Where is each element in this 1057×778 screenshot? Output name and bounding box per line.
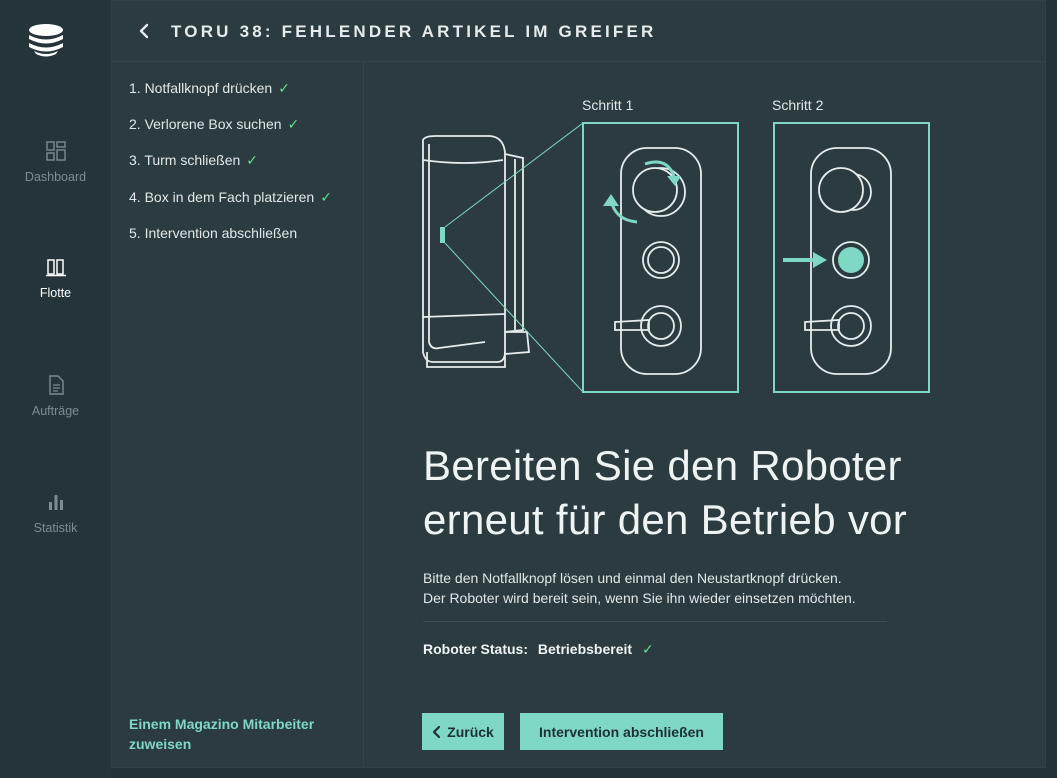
- back-button-label: Zurück: [447, 723, 494, 740]
- robot-status: Roboter Status: Betriebsbereit ✓: [423, 641, 654, 658]
- step2-label: Schritt 2: [772, 97, 824, 113]
- nav-label-statistik: Statistik: [33, 521, 78, 535]
- nav-item-auftraege[interactable]: Aufträge: [0, 374, 111, 418]
- step-item: 4. Box in dem Fach platzieren ✓: [129, 189, 332, 206]
- illustration: Schritt 1 Schritt 2: [365, 62, 1045, 422]
- bar-chart-icon: [48, 495, 63, 510]
- nav-label-dashboard: Dashboard: [24, 170, 87, 184]
- nav-rail: Dashboard Flotte Aufträge Statistik: [0, 0, 111, 778]
- instruction-text: Bitte den Notfallknopf lösen und einmal …: [423, 568, 943, 608]
- main-heading: Bereiten Sie den Roboter erneut für den …: [423, 442, 908, 543]
- document-icon: [48, 375, 64, 395]
- step-item: 1. Notfallknopf drücken ✓: [129, 80, 290, 97]
- chevron-left-icon[interactable]: [134, 19, 154, 43]
- dashboard-grid-icon: [45, 141, 66, 161]
- step-item: 2. Verlorene Box suchen ✓: [129, 116, 299, 133]
- magazino-logo-icon[interactable]: [26, 20, 66, 60]
- robot-reset-illustration: [422, 122, 930, 393]
- steps-panel: 1. Notfallknopf drücken ✓ 2. Verlorene Bo…: [112, 62, 364, 767]
- finish-intervention-button[interactable]: Intervention abschließen: [520, 713, 723, 750]
- chevron-left-icon: [433, 725, 441, 738]
- page-header: TORU 38: FEHLENDER ARTIKEL IM GREIFER: [112, 1, 1045, 62]
- divider: [423, 621, 887, 622]
- check-icon: ✓: [641, 641, 654, 657]
- content-area: Schritt 1 Schritt 2 Bereiten Sie den Rob…: [365, 62, 1045, 767]
- check-icon: ✓: [246, 152, 258, 168]
- page-title: TORU 38: FEHLENDER ARTIKEL IM GREIFER: [171, 22, 657, 41]
- instruction-line-2: Der Roboter wird bereit sein, wenn Sie i…: [423, 590, 856, 606]
- check-icon: ✓: [287, 116, 300, 132]
- nav-item-statistik[interactable]: Statistik: [0, 491, 111, 535]
- nav-label-auftraege: Aufträge: [31, 404, 80, 418]
- step-label: 4. Box in dem Fach platzieren: [129, 189, 315, 205]
- assign-employee-link[interactable]: Einem Magazino Mitarbeiter zuweisen: [129, 714, 359, 754]
- check-icon: ✓: [320, 189, 332, 205]
- back-button[interactable]: Zurück: [422, 713, 504, 750]
- fleet-icon: [45, 259, 66, 277]
- instruction-line-1: Bitte den Notfallknopf lösen und einmal …: [423, 570, 842, 586]
- robot-tower-icon: [422, 135, 530, 368]
- status-value: Betriebsbereit: [537, 641, 633, 657]
- step-label: 1. Notfallknopf drücken: [129, 80, 273, 96]
- step1-label: Schritt 1: [582, 97, 634, 113]
- nav-item-dashboard[interactable]: Dashboard: [0, 140, 111, 184]
- check-icon: ✓: [278, 80, 290, 96]
- step-label: 3. Turm schließen: [129, 152, 241, 168]
- nav-label-flotte: Flotte: [39, 286, 72, 300]
- step-label: 5. Intervention abschließen: [129, 225, 298, 241]
- step-item: 3. Turm schließen ✓: [129, 152, 258, 169]
- step-label: 2. Verlorene Box suchen: [129, 116, 282, 132]
- main-frame: TORU 38: FEHLENDER ARTIKEL IM GREIFER 1.…: [111, 0, 1046, 768]
- status-label: Roboter Status:: [423, 641, 528, 657]
- nav-item-flotte[interactable]: Flotte: [0, 256, 111, 300]
- step-item: 5. Intervention abschließen: [129, 225, 297, 241]
